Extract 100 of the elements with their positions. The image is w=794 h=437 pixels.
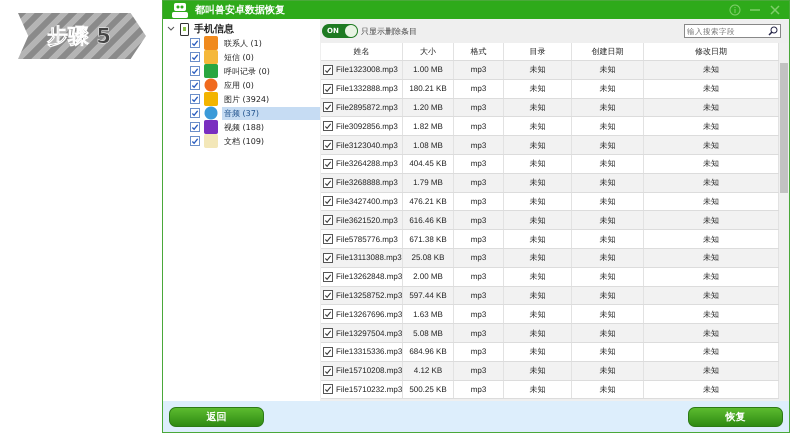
category-icon <box>204 36 218 50</box>
table-cell: 未知 <box>600 120 616 132</box>
tree-item[interactable]: 应用 (0) <box>222 78 320 92</box>
column-header[interactable]: 创建日期 <box>572 43 644 60</box>
table-cell: 未知 <box>703 140 719 151</box>
table-cell: 未知 <box>600 196 616 207</box>
table-cell: 未知 <box>600 158 616 170</box>
checkbox[interactable] <box>190 52 200 62</box>
expand-caret-icon[interactable] <box>167 25 175 33</box>
table-cell: File13258752.mp3 <box>336 290 402 300</box>
checkbox[interactable] <box>190 38 200 48</box>
checkbox[interactable] <box>323 234 333 244</box>
table-cell: 未知 <box>703 64 719 76</box>
table-cell: 未知 <box>530 365 546 376</box>
table-cell: mp3 <box>470 328 486 338</box>
category-icon <box>204 134 218 148</box>
table-cell: 500.25 KB <box>409 384 447 394</box>
table-cell: 684.96 KB <box>409 347 447 356</box>
table-cell: File13297504.mp3 <box>336 328 402 338</box>
checkbox[interactable] <box>323 215 333 226</box>
table-cell: 未知 <box>703 365 719 376</box>
table-cell: 未知 <box>703 83 719 94</box>
checkbox[interactable] <box>323 140 333 150</box>
window-title: 都叫兽安卓数据恢复 <box>195 3 285 17</box>
tree-item[interactable]: 文档 (109) <box>222 134 320 148</box>
checkbox[interactable] <box>323 64 333 75</box>
table-cell: 671.38 KB <box>409 234 447 244</box>
table-cell: File3092856.mp3 <box>336 122 398 131</box>
checkbox[interactable] <box>323 384 333 394</box>
checkbox[interactable] <box>323 196 333 206</box>
table-cell: 1.20 MB <box>413 102 443 112</box>
table-cell: 未知 <box>530 64 546 76</box>
checkbox[interactable] <box>323 121 333 132</box>
checkbox[interactable] <box>190 108 200 118</box>
table-cell: 未知 <box>530 271 546 282</box>
tree-item[interactable]: 呼叫记录 (0) <box>222 64 320 78</box>
tree-item[interactable]: 音频 (37) <box>222 106 320 120</box>
table-cell: File3264288.mp3 <box>336 159 398 168</box>
table-cell: 未知 <box>600 83 616 94</box>
table-cell: 未知 <box>530 328 546 339</box>
table-cell: mp3 <box>470 178 486 188</box>
tree-item[interactable]: 短信 (0) <box>222 50 320 64</box>
tree-item[interactable]: 联系人 (1) <box>222 36 320 50</box>
checkbox[interactable] <box>323 346 333 357</box>
table-cell: 未知 <box>530 140 546 151</box>
table-cell: mp3 <box>470 102 486 112</box>
tree-item[interactable]: 视频 (188) <box>222 120 320 134</box>
checkbox[interactable] <box>323 252 333 263</box>
checkbox[interactable] <box>190 66 200 76</box>
checkbox[interactable] <box>190 122 200 132</box>
table-cell: 未知 <box>600 328 616 339</box>
tree-item[interactable]: 图片 (3924) <box>222 92 320 106</box>
table-cell: 未知 <box>600 252 616 264</box>
table-cell: 5.08 MB <box>413 328 443 338</box>
phone-icon <box>180 22 189 36</box>
checkbox[interactable] <box>323 309 333 320</box>
table-cell: 180.21 KB <box>409 84 447 94</box>
checkbox[interactable] <box>323 366 333 376</box>
table-cell: 未知 <box>530 196 546 207</box>
table-cell: 未知 <box>703 234 719 245</box>
table-cell: 未知 <box>600 384 616 395</box>
column-header[interactable]: 目录 <box>504 43 572 60</box>
checkbox[interactable] <box>323 178 333 188</box>
table-cell: 597.44 KB <box>409 290 447 300</box>
table-cell: mp3 <box>470 216 486 225</box>
table-cell: mp3 <box>470 347 486 356</box>
table-cell: File3621520.mp3 <box>336 216 398 225</box>
checkbox[interactable] <box>190 94 200 104</box>
table-cell: File15710232.mp3 <box>336 384 402 394</box>
checkbox[interactable] <box>190 80 200 90</box>
category-icon <box>204 106 218 120</box>
table-cell: 未知 <box>530 177 546 188</box>
checkbox[interactable] <box>190 136 200 146</box>
checkbox[interactable] <box>323 290 333 300</box>
checkbox[interactable] <box>323 158 333 169</box>
table-cell: File13262848.mp3 <box>336 272 402 282</box>
table-cell: 未知 <box>530 102 546 113</box>
table-cell: File3123040.mp3 <box>336 140 398 150</box>
column-header[interactable]: 格式 <box>454 43 504 60</box>
table-cell: 未知 <box>530 308 546 320</box>
table-cell: File1323008.mp3 <box>336 65 398 74</box>
table-cell: 未知 <box>703 346 719 358</box>
table-cell: 未知 <box>703 196 719 207</box>
checkbox[interactable] <box>323 328 333 338</box>
table-cell: mp3 <box>470 84 486 94</box>
table-cell: 未知 <box>530 214 546 226</box>
table-cell: File2895872.mp3 <box>336 102 398 112</box>
table-cell: 未知 <box>530 158 546 170</box>
checkbox[interactable] <box>323 84 333 94</box>
table-cell: 476.21 KB <box>409 196 447 206</box>
column-header[interactable]: 姓名 <box>321 43 403 60</box>
checkbox[interactable] <box>323 102 333 112</box>
table-cell: 未知 <box>703 214 719 226</box>
table-cell: 1.63 MB <box>413 310 443 319</box>
table-cell: 1.79 MB <box>413 178 443 188</box>
table-cell: 未知 <box>703 328 719 339</box>
column-header[interactable]: 大小 <box>403 43 454 60</box>
tree-root-label[interactable]: 手机信息 <box>194 22 234 36</box>
table-cell: mp3 <box>470 234 486 244</box>
checkbox[interactable] <box>323 272 333 282</box>
